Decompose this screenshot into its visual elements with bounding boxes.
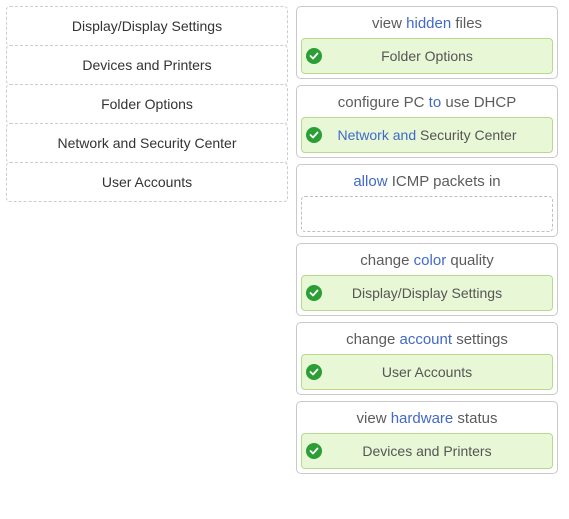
source-item-devices-printers[interactable]: Devices and Printers <box>6 45 288 85</box>
source-label: Network and Security Center <box>58 136 237 150</box>
slot-answer: Display/Display Settings <box>352 285 502 301</box>
source-label: Display/Display Settings <box>72 19 222 33</box>
target-slot[interactable] <box>301 196 553 232</box>
source-item-display-settings[interactable]: Display/Display Settings <box>6 6 288 46</box>
target-slot[interactable]: User Accounts <box>301 354 553 390</box>
source-item-user-accounts[interactable]: User Accounts <box>6 162 288 202</box>
source-item-network-security[interactable]: Network and Security Center <box>6 123 288 163</box>
target-card-hidden-files: view hidden files Folder Options <box>296 6 558 79</box>
source-list: Display/Display Settings Devices and Pri… <box>6 6 288 201</box>
slot-answer: User Accounts <box>382 364 472 380</box>
target-slot[interactable]: Display/Display Settings <box>301 275 553 311</box>
check-icon <box>306 127 322 143</box>
check-icon <box>306 443 322 459</box>
target-card-icmp: allow ICMP packets in <box>296 164 558 237</box>
target-card-hardware-status: view hardware status Devices and Printer… <box>296 401 558 474</box>
target-title: configure PC to use DHCP <box>301 90 553 117</box>
target-slot[interactable]: Devices and Printers <box>301 433 553 469</box>
source-label: User Accounts <box>102 175 192 189</box>
source-label: Devices and Printers <box>82 58 211 72</box>
target-title: view hidden files <box>301 11 553 38</box>
target-card-color-quality: change color quality Display/Display Set… <box>296 243 558 316</box>
target-card-account-settings: change account settings User Accounts <box>296 322 558 395</box>
matching-layout: Display/Display Settings Devices and Pri… <box>6 6 563 474</box>
source-item-folder-options[interactable]: Folder Options <box>6 84 288 124</box>
target-list: view hidden files Folder Options configu… <box>296 6 558 474</box>
slot-answer: Folder Options <box>381 48 473 64</box>
check-icon <box>306 48 322 64</box>
target-slot[interactable]: Network and Security Center <box>301 117 553 153</box>
target-title: allow ICMP packets in <box>301 169 553 196</box>
slot-answer: Devices and Printers <box>362 443 491 459</box>
target-title: change account settings <box>301 327 553 354</box>
target-slot[interactable]: Folder Options <box>301 38 553 74</box>
slot-answer: Network and Security Center <box>338 127 517 143</box>
target-title: view hardware status <box>301 406 553 433</box>
source-label: Folder Options <box>101 97 193 111</box>
target-title: change color quality <box>301 248 553 275</box>
check-icon <box>306 364 322 380</box>
check-icon <box>306 285 322 301</box>
target-card-dhcp: configure PC to use DHCP Network and Sec… <box>296 85 558 158</box>
